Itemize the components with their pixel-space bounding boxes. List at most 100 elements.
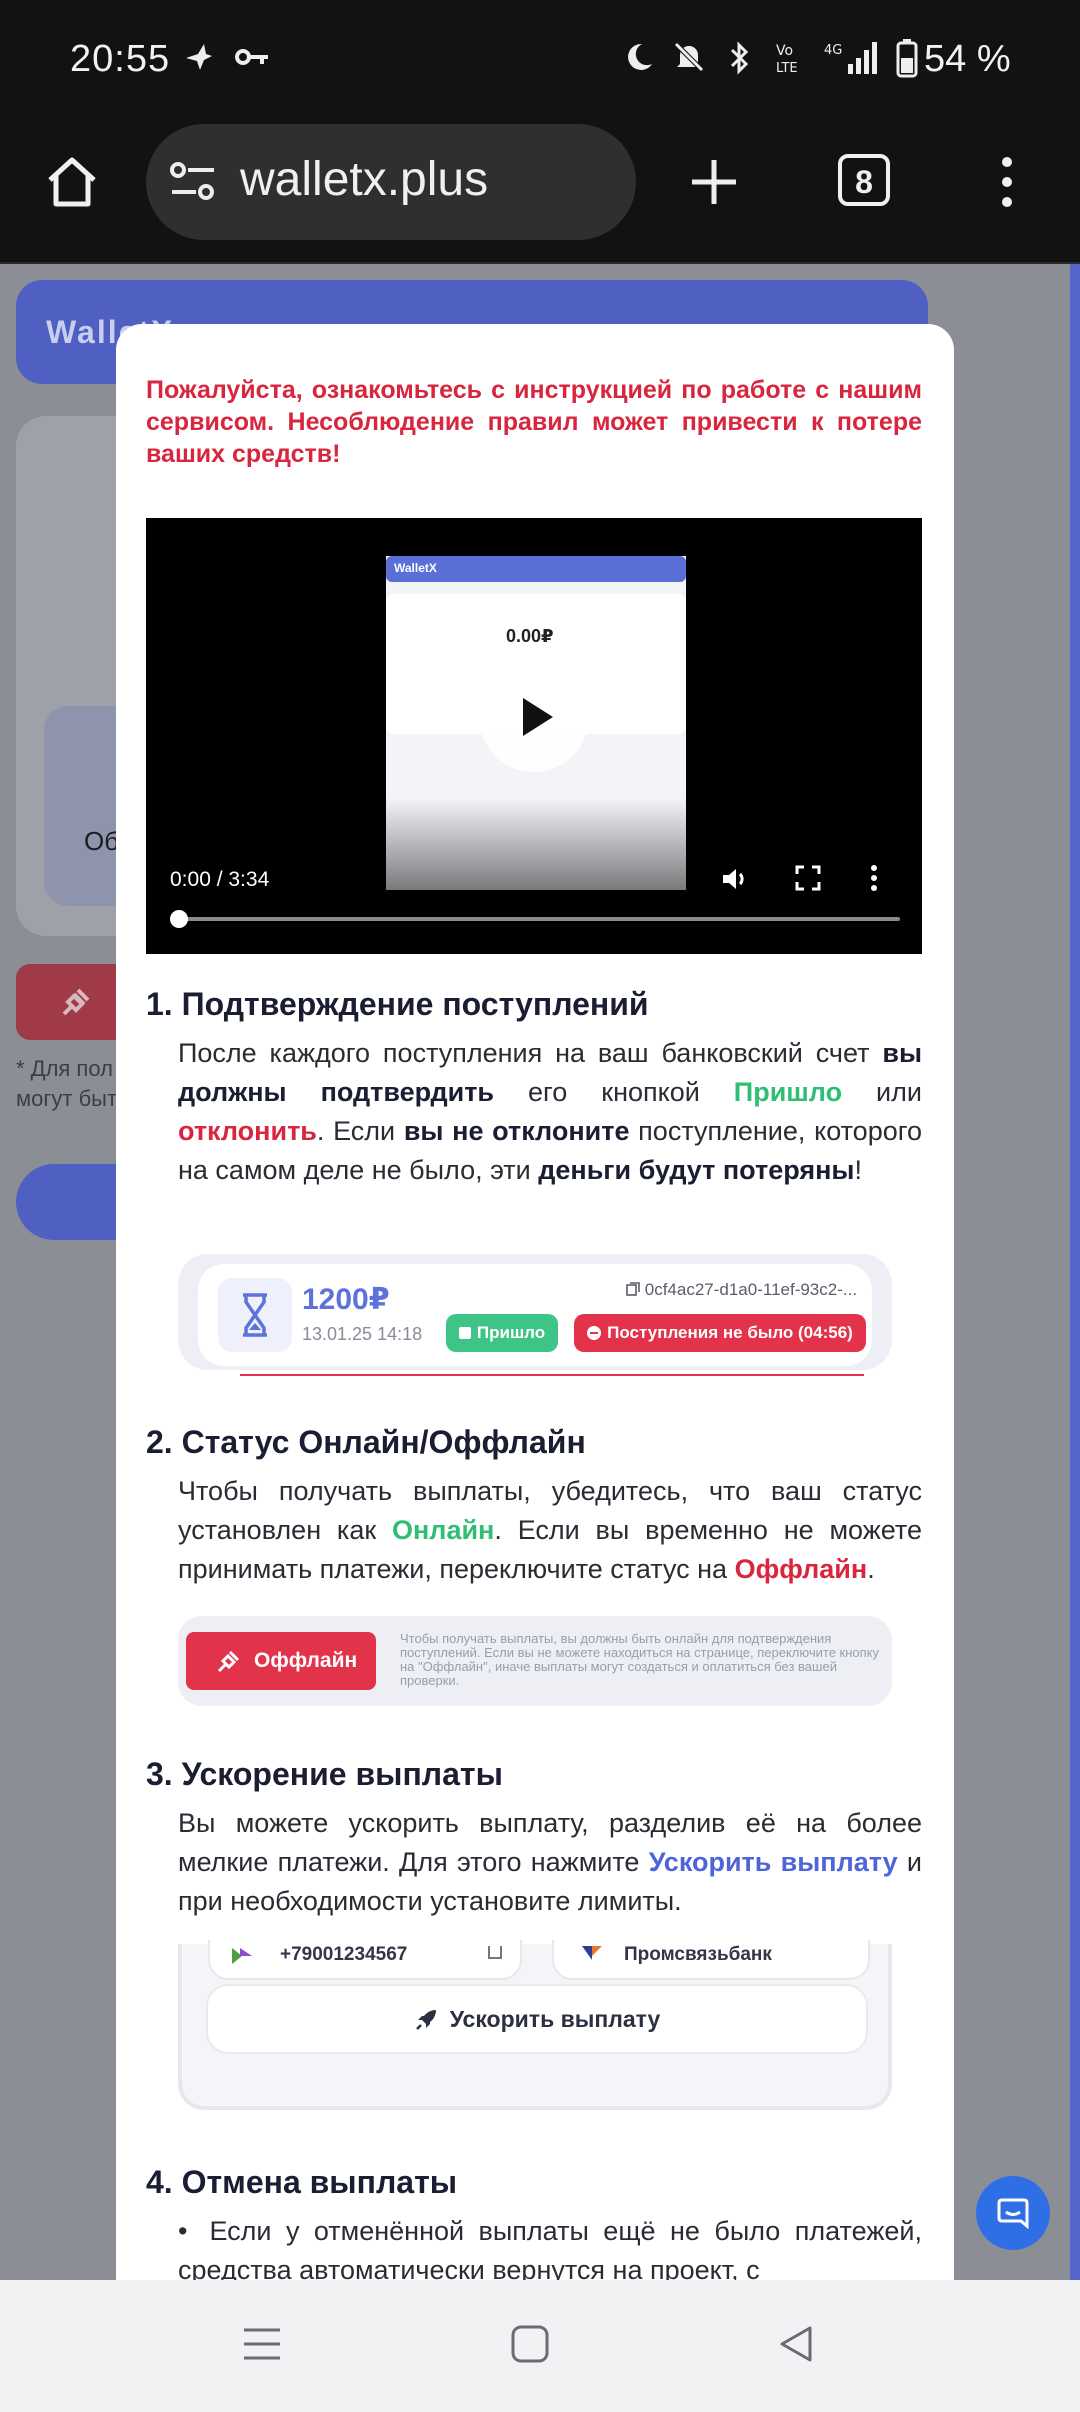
volte-icon: Vo LTE (776, 43, 798, 76)
bank-name: Промсвязьбанк (624, 1944, 772, 1965)
incoming-payment-card: 1200₽ 13.01.25 14:18 0cf4ac27-d1a0-11ef-… (198, 1264, 872, 1376)
video-progress-track[interactable] (180, 917, 900, 921)
phone-pill: +79001234567 (208, 1940, 522, 1980)
offline-note: Чтобы получать выплаты, вы должны быть о… (400, 1631, 880, 1688)
system-nav-bar (0, 2280, 1080, 2412)
bluetooth-icon (730, 41, 749, 75)
offline-button-label: Оффлайн (254, 1649, 358, 1672)
arrived-button[interactable]: Пришло (446, 1314, 558, 1352)
offline-status-example: Оффлайн Чтобы получать выплаты, вы должн… (178, 1616, 892, 1706)
section-2-text: Чтобы получать выплаты, убедитесь, что в… (178, 1472, 922, 1589)
battery-percent: 54 % (924, 38, 1011, 80)
bg-note: * Для пол могут быт (16, 1054, 117, 1114)
tab-switcher-button[interactable]: 8 (838, 154, 890, 206)
bg-partial-label: Об (84, 826, 120, 856)
payment-id-text: 0cf4ac27-d1a0-11ef-93c2-... (644, 1280, 858, 1299)
bank-pill: Промсвязьбанк (552, 1940, 870, 1980)
section-4-bullet: • Если у отменённой выплаты ещё не было п… (178, 2212, 922, 2280)
s1-text-2: его кнопкой (494, 1077, 734, 1107)
warning-text: Пожалуйста, ознакомьтесь с инструкцией п… (146, 376, 922, 468)
speed-up-button-label: Ускорить выплату (449, 2006, 661, 2032)
battery-icon (896, 39, 918, 78)
key-icon (235, 49, 268, 65)
mute-bell-icon (674, 42, 704, 72)
s1-decline-word: отклонить (178, 1116, 317, 1146)
bg-note-line2: могут быт (16, 1086, 118, 1111)
recent-apps-icon[interactable] (242, 2324, 282, 2364)
bullet-dot: • (178, 2216, 188, 2246)
payment-id[interactable]: 0cf4ac27-d1a0-11ef-93c2-... (626, 1280, 857, 1300)
pending-status (218, 1278, 292, 1352)
support-chat-button[interactable] (976, 2176, 1050, 2250)
plug-icon (62, 988, 90, 1016)
minus-circle-icon (587, 1326, 602, 1340)
bag-icon (458, 1327, 471, 1339)
s2-offline-word: Оффлайн (734, 1554, 868, 1584)
offline-button[interactable]: Оффлайн (186, 1632, 376, 1690)
arrived-button-label: Пришло (476, 1323, 546, 1342)
s2-online-word: Онлайн (391, 1515, 495, 1545)
browser-toolbar: walletx.plus 8 (0, 124, 1080, 264)
video-progress-knob[interactable] (170, 910, 188, 928)
rocket-icon (415, 2010, 436, 2030)
video-preview-logo: WalletX (394, 561, 437, 575)
instruction-video[interactable]: WalletX 0.00₽ 0:00 / 3:34 (146, 518, 922, 954)
s1-bold-2: вы не отклоните (403, 1116, 630, 1146)
fullscreen-icon[interactable] (794, 864, 822, 892)
section-4-title: 4. Отмена выплаты (146, 2164, 458, 2200)
section-2-title: 2. Статус Онлайн/Оффлайн (146, 1424, 586, 1460)
s1-text-3: или (842, 1077, 922, 1107)
address-bar[interactable]: walletx.plus (146, 124, 636, 240)
signal-4g-icon: 4G (824, 42, 877, 74)
copy-icon[interactable] (626, 1282, 640, 1296)
more-menu-icon[interactable] (994, 152, 1020, 212)
speed-up-example: +79001234567 Промсвязьбанк Ускорить выпл… (178, 1940, 892, 2110)
volume-icon[interactable] (720, 864, 750, 894)
svg-text:Vo: Vo (776, 43, 793, 59)
section-4-bullet-text: Если у отменённой выплаты ещё не было пл… (178, 2216, 922, 2280)
tab-count: 8 (855, 164, 873, 200)
section-3-text: Вы можете ускорить выплату, разделив её … (178, 1804, 922, 1921)
svg-text:4G: 4G (824, 43, 842, 58)
not-received-button-label: Поступления не было (04:56) (607, 1323, 853, 1342)
play-button[interactable] (479, 662, 589, 772)
s1-text-6: ! (854, 1155, 863, 1185)
section-1-title: 1. Подтверждение поступлений (146, 986, 649, 1022)
home-icon[interactable] (42, 152, 102, 212)
copy-icon[interactable] (486, 1944, 506, 1962)
instructions-modal: Пожалуйста, ознакомьтесь с инструкцией п… (116, 324, 954, 2280)
countdown-bar (240, 1374, 864, 1376)
home-nav-icon[interactable] (510, 2324, 550, 2364)
video-timecode: 0:00 / 3:34 (170, 868, 270, 891)
s1-text-1: После каждого поступления на ваш банковс… (178, 1038, 883, 1068)
plug-icon (217, 1650, 240, 1673)
incoming-payment-example: 1200₽ 13.01.25 14:18 0cf4ac27-d1a0-11ef-… (178, 1254, 892, 1376)
bird-icon (186, 44, 212, 70)
payment-date: 13.01.25 14:18 (302, 1324, 423, 1344)
new-tab-icon[interactable] (684, 152, 744, 212)
section-1-text: После каждого поступления на ваш банковс… (178, 1034, 922, 1190)
chat-icon (997, 2198, 1029, 2230)
bank-logo-icon (582, 1946, 602, 1960)
not-received-button[interactable]: Поступления не было (04:56) (574, 1314, 866, 1352)
svg-text:LTE: LTE (776, 61, 798, 76)
site-settings-icon[interactable] (168, 160, 218, 204)
video-more-icon[interactable] (868, 864, 880, 892)
payment-amount: 1200₽ (302, 1283, 390, 1316)
s3-speed-word: Ускорить выплату (648, 1847, 898, 1877)
back-nav-icon[interactable] (776, 2324, 816, 2364)
status-bar: 20:55 Vo LTE 4G 54 % (0, 0, 1080, 124)
speed-up-button[interactable]: Ускорить выплату (206, 1984, 868, 2054)
bg-note-line1: * Для пол (16, 1056, 113, 1081)
s1-text-4: . Если (316, 1116, 404, 1146)
section-3-title: 3. Ускорение выплаты (146, 1756, 503, 1792)
s2-text-3: . (867, 1554, 875, 1584)
moon-icon (628, 43, 652, 70)
s1-bold-3: деньги будут потеряны (538, 1155, 855, 1185)
page-scrollbar[interactable] (1070, 264, 1080, 2280)
url-text[interactable]: walletx.plus (240, 152, 488, 207)
sbp-icon (232, 1948, 252, 1964)
video-preview-header: WalletX (386, 556, 686, 582)
video-preview-balance: 0.00₽ (506, 626, 554, 646)
status-time: 20:55 (70, 38, 171, 80)
